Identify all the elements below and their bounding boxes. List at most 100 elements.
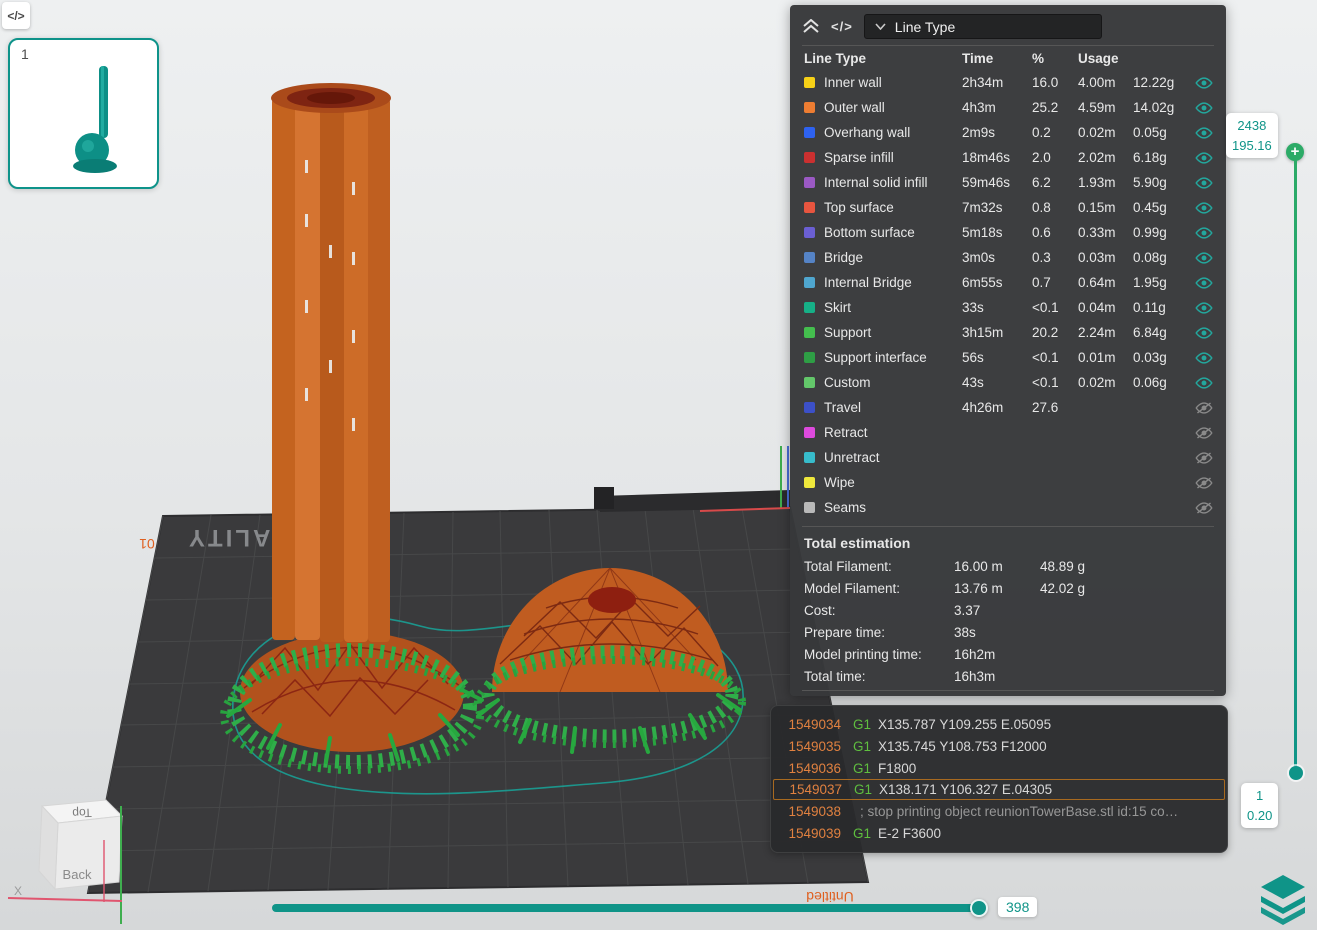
gcode-line-number: 1549039 xyxy=(788,825,841,841)
line-label: Outer wall xyxy=(824,100,885,115)
line-length: 0.15m xyxy=(1078,200,1116,215)
visibility-toggle[interactable] xyxy=(1195,151,1215,164)
line-label: Internal solid infill xyxy=(824,175,928,190)
plate-thumbnail-card[interactable]: 1 xyxy=(8,38,159,189)
visibility-toggle[interactable] xyxy=(1195,351,1215,364)
visibility-toggle[interactable] xyxy=(1195,226,1215,239)
visibility-toggle[interactable] xyxy=(1195,451,1215,464)
view-type-dropdown[interactable]: Line Type xyxy=(863,14,1102,39)
plate-name-label: Untitled xyxy=(806,889,853,905)
gcode-line-number: 1549037 xyxy=(789,782,842,797)
line-percent: 0.6 xyxy=(1032,225,1051,240)
line-color-swatch xyxy=(804,427,815,438)
eye-off-icon xyxy=(1195,401,1213,414)
visibility-toggle[interactable] xyxy=(1195,426,1215,439)
gcode-args: ; stop printing object reunionTowerBase.… xyxy=(860,803,1179,819)
step-slider-track[interactable] xyxy=(272,904,986,912)
visibility-toggle[interactable] xyxy=(1195,376,1215,389)
line-length: 0.64m xyxy=(1078,275,1116,290)
gcode-command: G1 xyxy=(853,738,872,754)
eye-icon xyxy=(1195,276,1213,289)
line-time: 56s xyxy=(962,350,984,365)
line-label: Bottom surface xyxy=(824,225,915,240)
gcode-args: X135.787 Y109.255 E.05095 xyxy=(878,716,1052,732)
line-length: 0.03m xyxy=(1078,250,1116,265)
line-percent: 2.0 xyxy=(1032,150,1051,165)
line-type-row: Unretract xyxy=(790,445,1226,470)
visibility-toggle[interactable] xyxy=(1195,76,1215,89)
visibility-toggle[interactable] xyxy=(1195,251,1215,264)
line-length: 0.02m xyxy=(1078,375,1116,390)
line-length: 0.02m xyxy=(1078,125,1116,140)
gcode-line[interactable]: 1549039 G1 E-2 F3600 xyxy=(773,822,1225,844)
visibility-toggle[interactable] xyxy=(1195,326,1215,339)
gcode-line[interactable]: 1549034 G1 X135.787 Y109.255 E.05095 xyxy=(773,713,1225,735)
line-weight: 0.06g xyxy=(1133,375,1167,390)
visibility-toggle[interactable] xyxy=(1195,101,1215,114)
visibility-toggle[interactable] xyxy=(1195,401,1215,414)
collapse-panel-button[interactable] xyxy=(802,19,820,34)
visibility-toggle[interactable] xyxy=(1195,276,1215,289)
line-time: 3m0s xyxy=(962,250,996,265)
visibility-toggle[interactable] xyxy=(1195,501,1215,514)
view-cube[interactable]: Top Back xyxy=(38,799,124,891)
line-type-table-body: Inner wall 2h34m 16.0 4.00m 12.22g Outer… xyxy=(790,70,1226,520)
line-time: 4h26m xyxy=(962,400,1004,415)
tower-model[interactable] xyxy=(271,83,391,642)
layer-slider-handle[interactable] xyxy=(1289,766,1303,780)
layers-view-button[interactable] xyxy=(1256,870,1310,926)
gcode-line[interactable]: 1549035 G1 X135.745 Y108.753 F12000 xyxy=(773,735,1225,757)
total-value-1: 16h2m xyxy=(954,646,996,662)
visibility-toggle[interactable] xyxy=(1195,201,1215,214)
line-time: 5m18s xyxy=(962,225,1003,240)
line-label: Wipe xyxy=(824,475,855,490)
gcode-line[interactable]: 1549036 G1 F1800 xyxy=(773,757,1225,779)
cube-back-label: Back xyxy=(63,867,92,882)
line-color-swatch xyxy=(804,502,815,513)
line-percent: <0.1 xyxy=(1032,350,1059,365)
line-percent: 6.2 xyxy=(1032,175,1051,190)
line-type-row: Bridge 3m0s 0.3 0.03m 0.08g xyxy=(790,245,1226,270)
eye-off-icon xyxy=(1195,476,1213,489)
visibility-toggle[interactable] xyxy=(1195,301,1215,314)
line-color-swatch xyxy=(804,102,815,113)
line-color-swatch xyxy=(804,452,815,463)
col-line-type: Line Type xyxy=(804,51,867,66)
visibility-toggle[interactable] xyxy=(1195,476,1215,489)
gcode-args: E-2 F3600 xyxy=(878,825,942,841)
layer-slider-track[interactable] xyxy=(1294,160,1297,776)
top-layer-height: 195.16 xyxy=(1232,137,1272,153)
eye-icon xyxy=(1195,201,1213,214)
bottom-layer-number: 1 xyxy=(1256,788,1264,803)
gcode-command: G1 xyxy=(853,760,872,776)
step-slider-handle[interactable] xyxy=(970,899,988,917)
line-label: Retract xyxy=(824,425,868,440)
gcode-window-button[interactable]: </> xyxy=(831,19,853,34)
total-row: Cost: 3.37 xyxy=(790,599,1226,621)
line-percent: 20.2 xyxy=(1032,325,1059,340)
line-type-row: Support interface 56s <0.1 0.01m 0.03g xyxy=(790,345,1226,370)
line-percent: 0.2 xyxy=(1032,125,1051,140)
line-time: 4h3m xyxy=(962,100,996,115)
eye-icon xyxy=(1195,226,1213,239)
visibility-toggle[interactable] xyxy=(1195,126,1215,139)
eye-icon xyxy=(1195,326,1213,339)
line-label: Bridge xyxy=(824,250,864,265)
total-label: Model printing time: xyxy=(804,646,922,662)
line-label: Travel xyxy=(824,400,862,415)
line-weight: 0.11g xyxy=(1133,300,1166,315)
gcode-viewer-toggle-button[interactable]: </> xyxy=(2,2,30,29)
eye-icon xyxy=(1195,251,1213,264)
visibility-toggle[interactable] xyxy=(1195,176,1215,189)
line-color-swatch xyxy=(804,352,815,363)
model-preview-icon xyxy=(73,66,117,173)
gcode-line[interactable]: 1549038 ; stop printing object reunionTo… xyxy=(773,800,1225,822)
line-type-row: Internal solid infill 59m46s 6.2 1.93m 5… xyxy=(790,170,1226,195)
gcode-line[interactable]: 1549037 G1 X138.171 Y106.327 E.04305 xyxy=(773,779,1225,800)
line-type-row: Custom 43s <0.1 0.02m 0.06g xyxy=(790,370,1226,395)
gcode-args: X135.745 Y108.753 F12000 xyxy=(878,738,1047,754)
line-label: Support xyxy=(824,325,872,340)
eye-icon xyxy=(1195,151,1213,164)
layer-slider-add-handle[interactable]: + xyxy=(1286,143,1304,161)
line-type-row: Skirt 33s <0.1 0.04m 0.11g xyxy=(790,295,1226,320)
